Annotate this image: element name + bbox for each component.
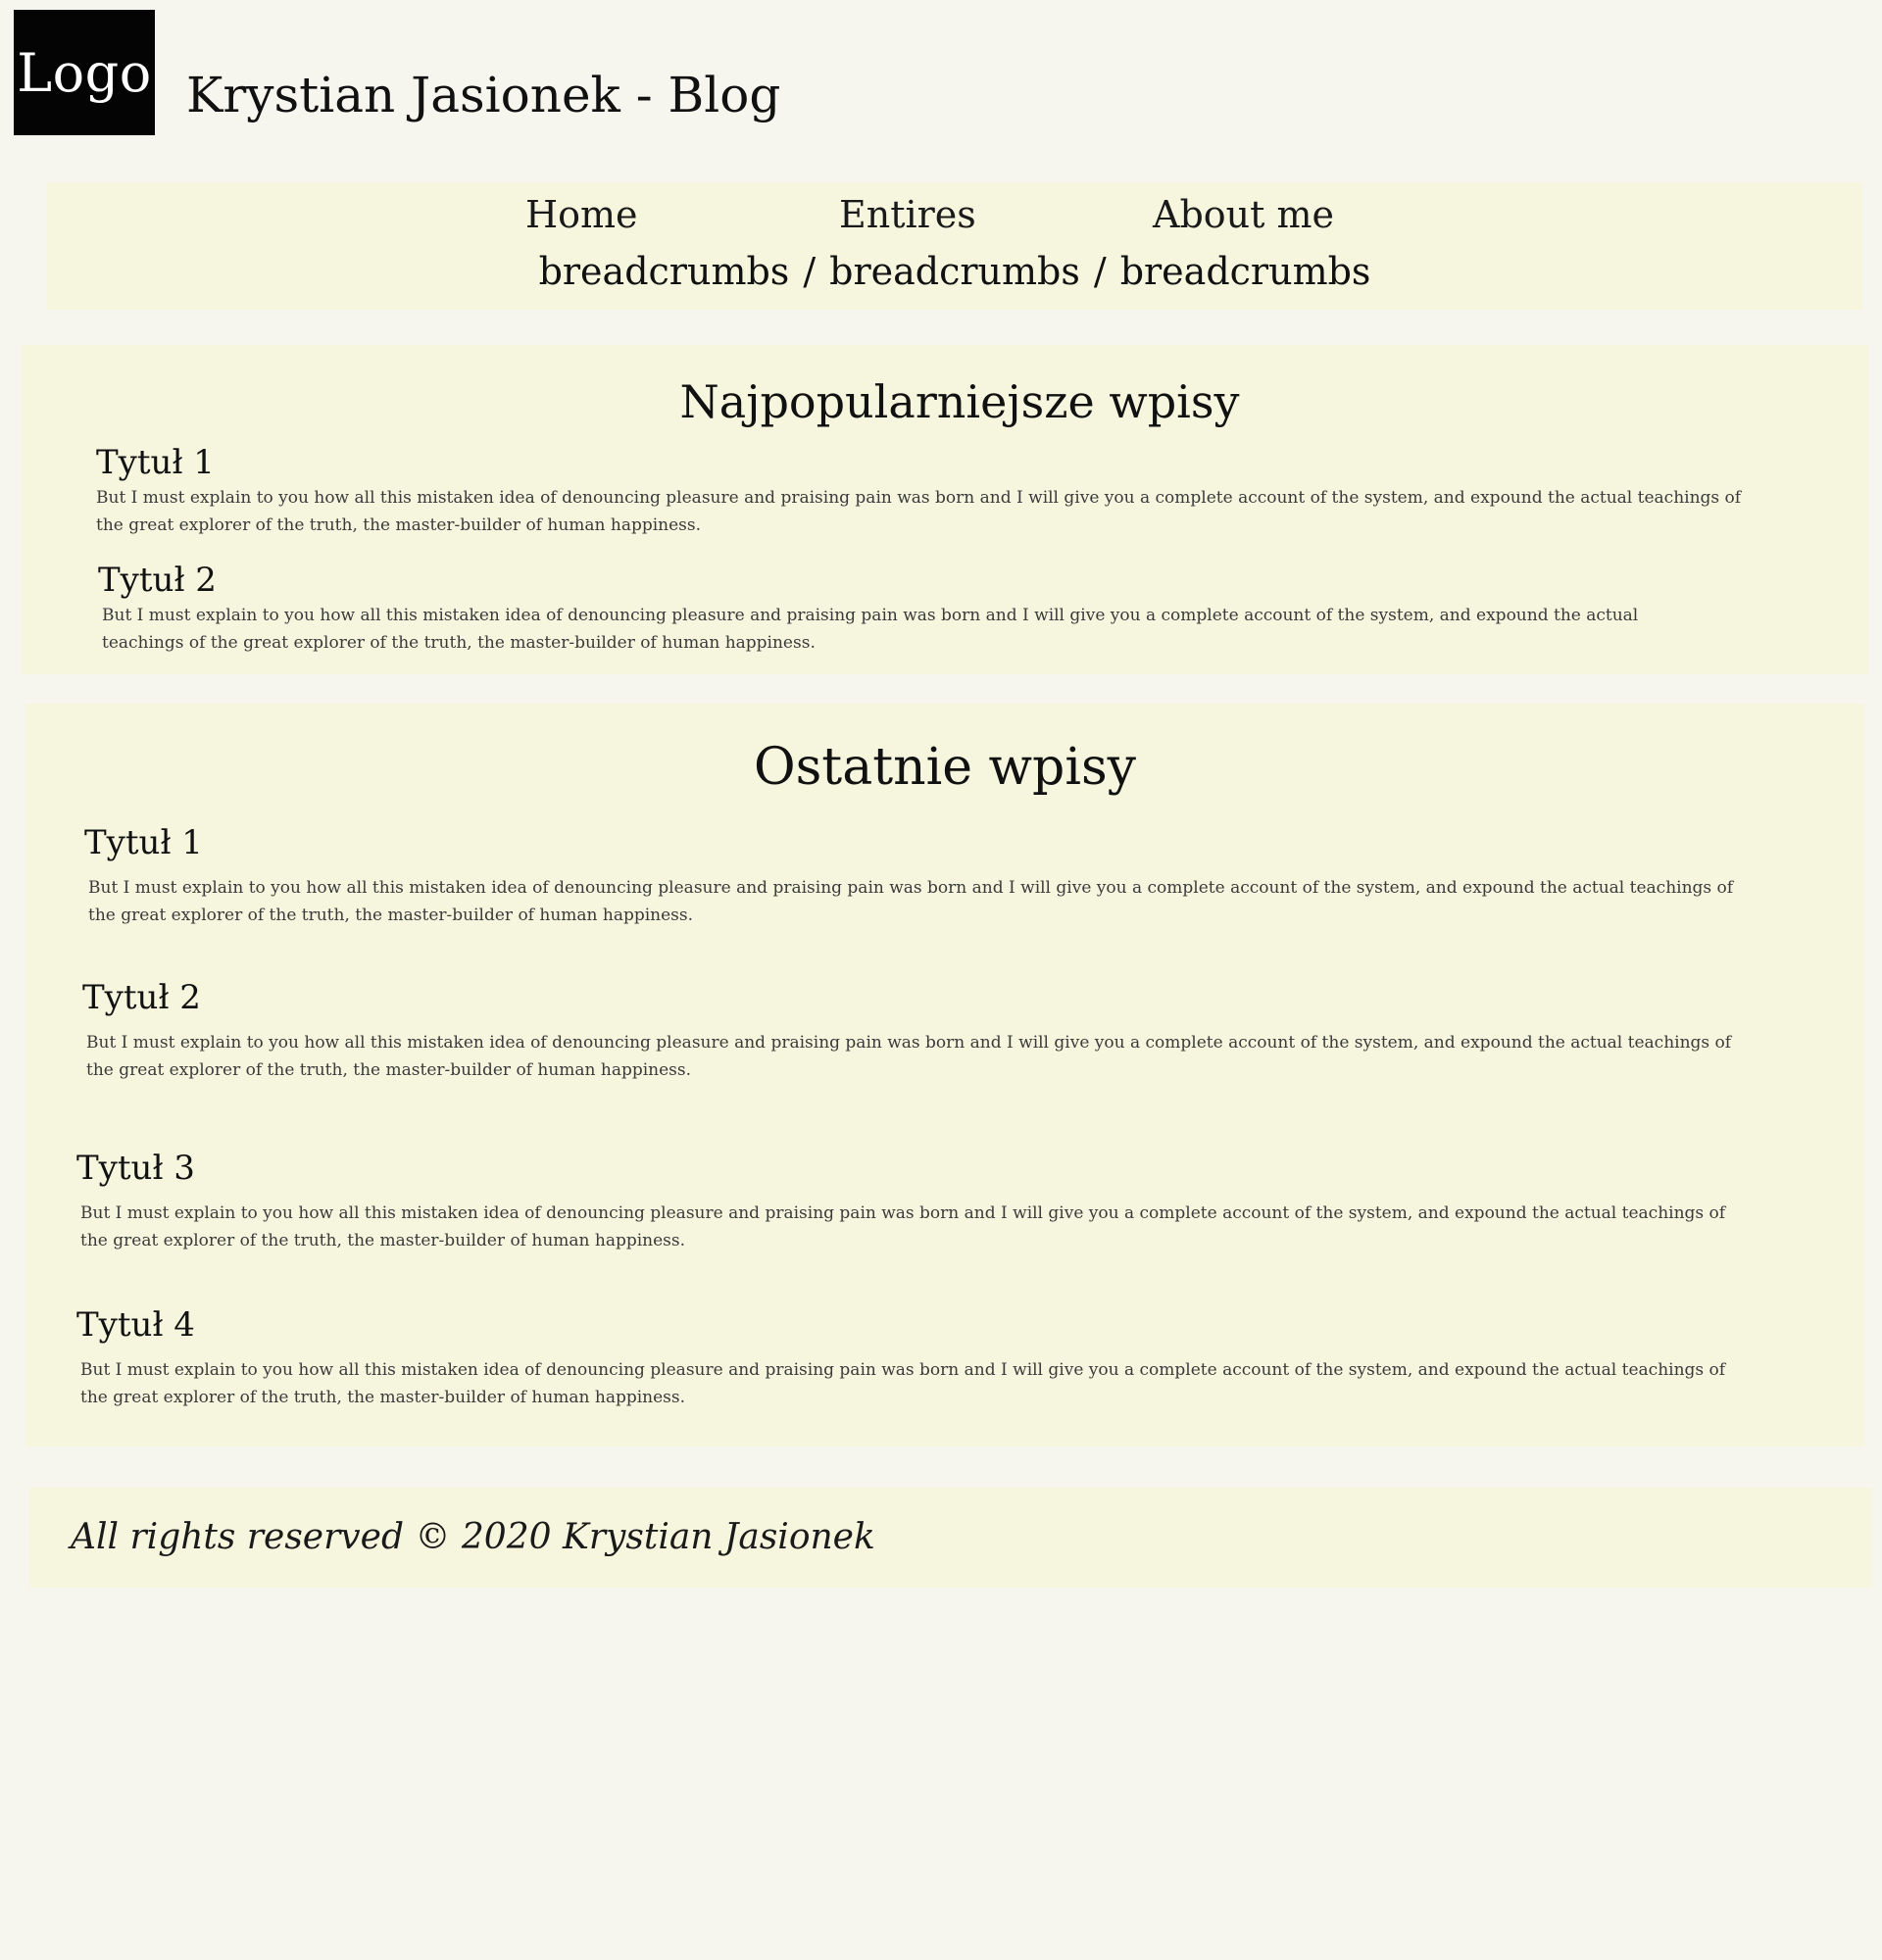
post-title[interactable]: Tytuł 1 bbox=[84, 821, 1751, 864]
post-excerpt: But I must explain to you how all this m… bbox=[96, 488, 1742, 535]
popular-post: Tytuł 1 But I must explain to you how al… bbox=[96, 441, 1762, 539]
breadcrumb-item[interactable]: breadcrumbs bbox=[829, 250, 1080, 293]
recent-post: Tytuł 3 But I must explain to you how al… bbox=[76, 1147, 1743, 1254]
breadcrumb-separator: / bbox=[1093, 250, 1107, 293]
breadcrumb-item[interactable]: breadcrumbs bbox=[1120, 250, 1371, 293]
popular-posts-heading: Najpopularniejsze wpisy bbox=[679, 375, 1240, 428]
post-title[interactable]: Tytuł 4 bbox=[76, 1303, 1743, 1347]
popular-posts-section: Najpopularniejsze wpisy Tytuł 1 But I mu… bbox=[22, 345, 1868, 674]
footer: All rights reserved © 2020 Krystian Jasi… bbox=[29, 1488, 1872, 1588]
post-excerpt: But I must explain to you how all this m… bbox=[86, 1033, 1732, 1080]
recent-post: Tytuł 4 But I must explain to you how al… bbox=[76, 1303, 1743, 1411]
post-excerpt: But I must explain to you how all this m… bbox=[80, 1203, 1726, 1250]
post-title[interactable]: Tytuł 3 bbox=[76, 1147, 1743, 1190]
logo[interactable]: Logo bbox=[14, 10, 155, 135]
post-title[interactable]: Tytuł 1 bbox=[96, 441, 1762, 484]
nav-panel: Home Entires About me breadcrumbs / breadc… bbox=[47, 182, 1862, 310]
post-title[interactable]: Tytuł 2 bbox=[98, 559, 1764, 602]
recent-post: Tytuł 2 But I must explain to you how al… bbox=[82, 976, 1749, 1084]
post-excerpt: But I must explain to you how all this m… bbox=[80, 1360, 1726, 1407]
footer-copyright: All rights reserved © 2020 Krystian Jasi… bbox=[71, 1517, 875, 1557]
nav-item-entires[interactable]: Entires bbox=[839, 190, 976, 239]
post-excerpt: But I must explain to you how all this m… bbox=[88, 878, 1734, 925]
breadcrumb-separator: / bbox=[803, 250, 817, 293]
recent-post: Tytuł 1 But I must explain to you how al… bbox=[84, 821, 1751, 929]
post-title[interactable]: Tytuł 2 bbox=[82, 976, 1749, 1019]
site-title: Krystian Jasionek - Blog bbox=[186, 67, 781, 123]
nav-item-about-me[interactable]: About me bbox=[1153, 190, 1334, 239]
nav-item-home[interactable]: Home bbox=[525, 190, 638, 239]
breadcrumb: breadcrumbs / breadcrumbs / breadcrumbs bbox=[47, 247, 1862, 296]
recent-posts-heading: Ostatnie wpisy bbox=[753, 738, 1137, 797]
post-excerpt: But I must explain to you how all this m… bbox=[102, 606, 1639, 653]
recent-posts-section: Ostatnie wpisy Tytuł 1 But I must explai… bbox=[25, 704, 1864, 1446]
popular-post: Tytuł 2 But I must explain to you how al… bbox=[98, 559, 1764, 657]
breadcrumb-item[interactable]: breadcrumbs bbox=[539, 250, 790, 293]
